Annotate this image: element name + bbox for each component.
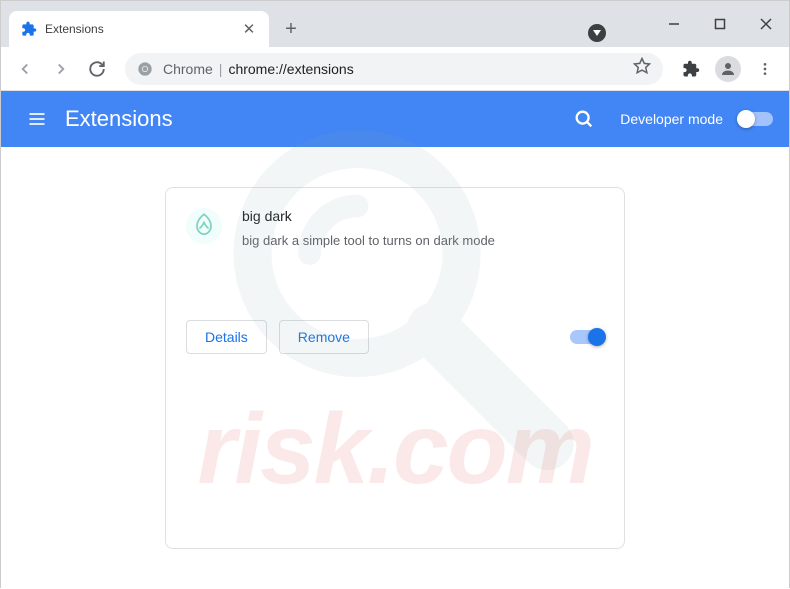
extension-text: big dark big dark a simple tool to turns… xyxy=(242,208,604,250)
page-title: Extensions xyxy=(65,106,173,132)
toggle-knob xyxy=(737,110,755,128)
tab-search-button[interactable] xyxy=(583,19,611,47)
extension-info-row: big dark big dark a simple tool to turns… xyxy=(186,208,604,250)
minimize-button[interactable] xyxy=(651,1,697,47)
window-controls xyxy=(651,1,789,47)
tab-strip: Extensions ✕ + xyxy=(1,1,651,47)
extension-description: big dark a simple tool to turns on dark … xyxy=(242,232,604,250)
new-tab-button[interactable]: + xyxy=(277,15,305,43)
close-window-button[interactable] xyxy=(743,1,789,47)
extension-actions: Details Remove xyxy=(186,320,604,354)
hamburger-menu-icon[interactable] xyxy=(17,99,57,139)
url-path: chrome://extensions xyxy=(228,61,353,77)
back-button[interactable] xyxy=(9,53,41,85)
extensions-list: big dark big dark a simple tool to turns… xyxy=(1,147,789,589)
developer-mode-toggle[interactable] xyxy=(739,112,773,126)
extension-name: big dark xyxy=(242,208,604,224)
extension-enable-toggle[interactable] xyxy=(570,330,604,344)
maximize-button[interactable] xyxy=(697,1,743,47)
extension-card: big dark big dark a simple tool to turns… xyxy=(165,187,625,549)
developer-mode-label: Developer mode xyxy=(620,111,723,127)
remove-button[interactable]: Remove xyxy=(279,320,369,354)
menu-dots-icon[interactable] xyxy=(749,53,781,85)
details-button[interactable]: Details xyxy=(186,320,267,354)
close-icon[interactable]: ✕ xyxy=(241,21,257,37)
window-titlebar: Extensions ✕ + xyxy=(1,1,789,47)
extensions-header: Extensions Developer mode xyxy=(1,91,789,147)
search-icon[interactable] xyxy=(564,99,604,139)
header-actions: Developer mode xyxy=(564,99,773,139)
chrome-icon xyxy=(137,61,153,77)
tab-title: Extensions xyxy=(45,22,241,36)
reload-button[interactable] xyxy=(81,53,113,85)
extensions-puzzle-icon[interactable] xyxy=(675,53,707,85)
browser-toolbar: Chrome | chrome://extensions xyxy=(1,47,789,91)
extension-icon xyxy=(186,208,222,244)
bookmark-star-icon[interactable] xyxy=(633,57,651,80)
forward-button[interactable] xyxy=(45,53,77,85)
url-origin: Chrome xyxy=(163,61,213,77)
profile-avatar[interactable] xyxy=(715,56,741,82)
address-bar[interactable]: Chrome | chrome://extensions xyxy=(125,53,663,85)
url-separator: | xyxy=(219,61,223,77)
toggle-knob xyxy=(588,328,606,346)
puzzle-icon xyxy=(21,21,37,37)
browser-tab[interactable]: Extensions ✕ xyxy=(9,11,269,47)
